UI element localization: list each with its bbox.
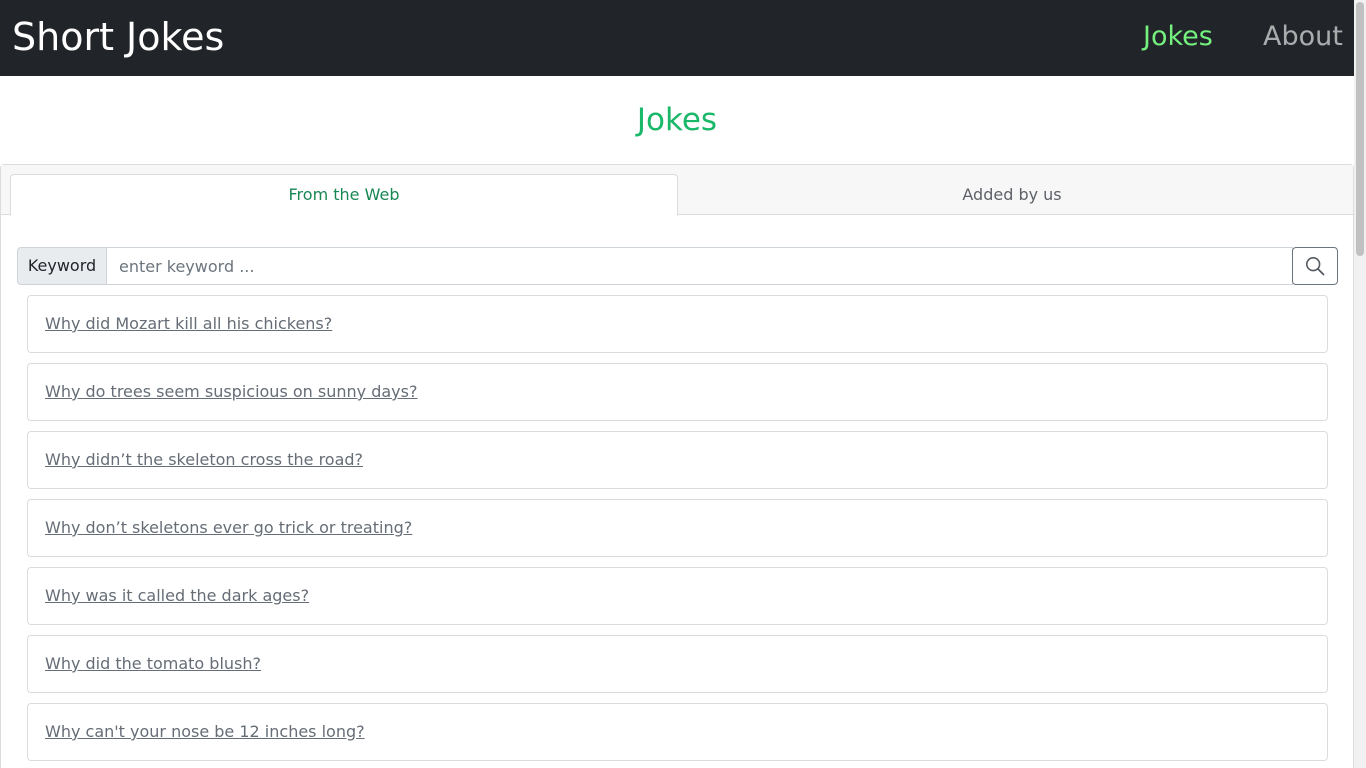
joke-link[interactable]: Why didn’t the skeleton cross the road? <box>45 449 363 471</box>
joke-link[interactable]: Why did the tomato blush? <box>45 653 261 675</box>
search-input[interactable] <box>106 247 1293 285</box>
search-label: Keyword <box>17 247 107 285</box>
joke-item: Why did Mozart kill all his chickens? <box>27 295 1328 353</box>
jokes-card: From the Web Added by us Keyword Why did… <box>0 164 1354 768</box>
nav-link-about[interactable]: About <box>1263 18 1343 56</box>
navbar: Short Jokes Jokes About <box>0 0 1354 76</box>
tab-from-the-web[interactable]: From the Web <box>10 174 678 216</box>
brand-link[interactable]: Short Jokes <box>12 14 224 60</box>
search-group: Keyword <box>17 247 1338 285</box>
search-icon <box>1305 256 1325 276</box>
joke-item: Why didn’t the skeleton cross the road? <box>27 431 1328 489</box>
joke-item: Why don’t skeletons ever go trick or tre… <box>27 499 1328 557</box>
joke-link[interactable]: Why did Mozart kill all his chickens? <box>45 313 332 335</box>
search-button[interactable] <box>1292 247 1338 285</box>
joke-item: Why can't your nose be 12 inches long? <box>27 703 1328 761</box>
tab-bar: From the Web Added by us <box>1 165 1353 216</box>
joke-item: Why did the tomato blush? <box>27 635 1328 693</box>
joke-item: Why do trees seem suspicious on sunny da… <box>27 363 1328 421</box>
joke-link[interactable]: Why do trees seem suspicious on sunny da… <box>45 381 417 403</box>
joke-link[interactable]: Why was it called the dark ages? <box>45 585 309 607</box>
scrollbar-thumb[interactable] <box>1356 2 1364 256</box>
joke-item: Why was it called the dark ages? <box>27 567 1328 625</box>
joke-link[interactable]: Why can't your nose be 12 inches long? <box>45 721 365 743</box>
nav-link-jokes[interactable]: Jokes <box>1143 18 1213 56</box>
page-title: Jokes <box>636 102 718 138</box>
tab-added-by-us[interactable]: Added by us <box>678 174 1346 216</box>
page: Short Jokes Jokes About Jokes From the W… <box>0 0 1366 768</box>
page-scrollbar[interactable] <box>1354 0 1366 768</box>
joke-link[interactable]: Why don’t skeletons ever go trick or tre… <box>45 517 412 539</box>
